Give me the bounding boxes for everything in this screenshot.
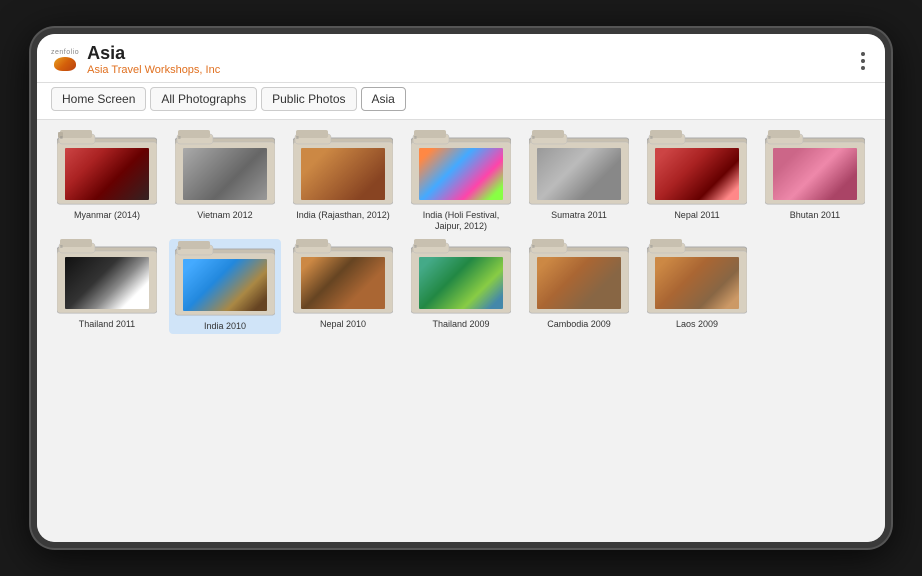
svg-text:≡: ≡ (60, 135, 63, 141)
folder-label-cambodia: Cambodia 2009 (547, 319, 611, 330)
folder-thumb-cambodia (537, 257, 621, 309)
folder-icon-myanmar: ≡ (57, 130, 157, 208)
folder-icon-nepal-11: ≡ (647, 130, 747, 208)
folder-icon-india-10: ≡ (175, 241, 275, 319)
folder-cambodia[interactable]: ≡ Cambodia 2009 (523, 239, 635, 334)
svg-text:≡: ≡ (650, 244, 653, 250)
folder-label-thailand-11: Thailand 2011 (79, 319, 135, 330)
folder-label-bhutan: Bhutan 2011 (790, 210, 840, 221)
folder-thumb-laos (655, 257, 739, 309)
logo-text: zenfolio (51, 49, 79, 56)
folder-thailand-11[interactable]: ≡ Thailand 2011 (51, 239, 163, 334)
folder-thumb-thailand-11 (65, 257, 149, 309)
svg-text:≡: ≡ (296, 244, 299, 250)
svg-text:≡: ≡ (296, 135, 299, 141)
folder-sumatra[interactable]: ≡ Sumatra 2011 (523, 130, 635, 232)
folder-icon-sumatra: ≡ (529, 130, 629, 208)
folder-thumb-nepal-11 (655, 148, 739, 200)
folder-icon-vietnam: ≡ (175, 130, 275, 208)
folder-myanmar[interactable]: ≡ Myanmar (2014) (51, 130, 163, 232)
folder-thumb-sumatra (537, 148, 621, 200)
header: zenfolio Asia Asia Travel Workshops, Inc (37, 34, 885, 83)
svg-text:≡: ≡ (178, 246, 181, 252)
folder-icon-india-raj: ≡ (293, 130, 393, 208)
folder-vietnam[interactable]: ≡ Vietnam 2012 (169, 130, 281, 232)
folder-icon-thailand-09: ≡ (411, 239, 511, 317)
tab-home-screen[interactable]: Home Screen (51, 87, 146, 111)
svg-text:≡: ≡ (60, 244, 63, 250)
folder-label-vietnam: Vietnam 2012 (197, 210, 252, 221)
folder-label-myanmar: Myanmar (2014) (74, 210, 140, 221)
folder-label-sumatra: Sumatra 2011 (551, 210, 607, 221)
folder-nepal-11[interactable]: ≡ Nepal 2011 (641, 130, 753, 232)
svg-text:≡: ≡ (650, 135, 653, 141)
folder-india-10[interactable]: ≡ India 2010 (169, 239, 281, 334)
folder-icon-nepal-10: ≡ (293, 239, 393, 317)
folder-thumb-bhutan (773, 148, 857, 200)
folder-icon-india-holi: ≡ (411, 130, 511, 208)
svg-text:≡: ≡ (178, 135, 181, 141)
folder-thumb-india-10 (183, 259, 267, 311)
zenfolio-logo: zenfolio (51, 49, 79, 71)
folder-thailand-09[interactable]: ≡ Thailand 2009 (405, 239, 517, 334)
folder-label-india-holi: India (Holi Festival, Jaipur, 2012) (411, 210, 511, 232)
header-title-group: Asia Asia Travel Workshops, Inc (87, 44, 220, 76)
tab-public-photos[interactable]: Public Photos (261, 87, 356, 111)
svg-text:≡: ≡ (768, 135, 771, 141)
folder-laos[interactable]: ≡ Laos 2009 (641, 239, 753, 334)
folder-icon-cambodia: ≡ (529, 239, 629, 317)
menu-dot-3 (861, 66, 865, 70)
nav-tabs: Home Screen All Photographs Public Photo… (37, 83, 885, 120)
folder-icon-laos: ≡ (647, 239, 747, 317)
more-menu-button[interactable] (855, 48, 871, 74)
folder-nepal-10[interactable]: ≡ Nepal 2010 (287, 239, 399, 334)
page-title: Asia (87, 44, 220, 64)
svg-text:≡: ≡ (414, 135, 417, 141)
folder-label-india-raj: India (Rajasthan, 2012) (296, 210, 390, 221)
header-left: zenfolio Asia Asia Travel Workshops, Inc (51, 44, 220, 76)
page-subtitle: Asia Travel Workshops, Inc (87, 64, 220, 76)
menu-dot-1 (861, 52, 865, 56)
folder-label-laos: Laos 2009 (676, 319, 718, 330)
folder-thumb-thailand-09 (419, 257, 503, 309)
tab-all-photographs[interactable]: All Photographs (150, 87, 257, 111)
folder-thumb-india-holi (419, 148, 503, 200)
menu-dot-2 (861, 59, 865, 63)
folder-thumb-india-raj (301, 148, 385, 200)
device-frame: zenfolio Asia Asia Travel Workshops, Inc… (31, 28, 891, 548)
folder-india-holi[interactable]: ≡ India (Holi Festival, Jaipur, 2012) (405, 130, 517, 232)
svg-text:≡: ≡ (414, 244, 417, 250)
folder-label-thailand-09: Thailand 2009 (432, 319, 489, 330)
logo-icon (54, 57, 76, 71)
folder-thumb-vietnam (183, 148, 267, 200)
folder-thumb-myanmar (65, 148, 149, 200)
folder-icon-bhutan: ≡ (765, 130, 865, 208)
tab-asia[interactable]: Asia (361, 87, 406, 111)
folder-label-nepal-10: Nepal 2010 (320, 319, 366, 330)
svg-text:≡: ≡ (532, 135, 535, 141)
folder-label-india-10: India 2010 (204, 321, 246, 332)
screen: zenfolio Asia Asia Travel Workshops, Inc… (37, 34, 885, 542)
folder-bhutan[interactable]: ≡ Bhutan 2011 (759, 130, 871, 232)
folder-india-raj[interactable]: ≡ India (Rajasthan, 2012) (287, 130, 399, 232)
folder-icon-thailand-11: ≡ (57, 239, 157, 317)
svg-text:≡: ≡ (532, 244, 535, 250)
folder-thumb-nepal-10 (301, 257, 385, 309)
content-area: ≡ Myanmar (2014) ≡ (37, 120, 885, 542)
folder-label-nepal-11: Nepal 2011 (674, 210, 719, 221)
folders-grid: ≡ Myanmar (2014) ≡ (51, 130, 871, 334)
